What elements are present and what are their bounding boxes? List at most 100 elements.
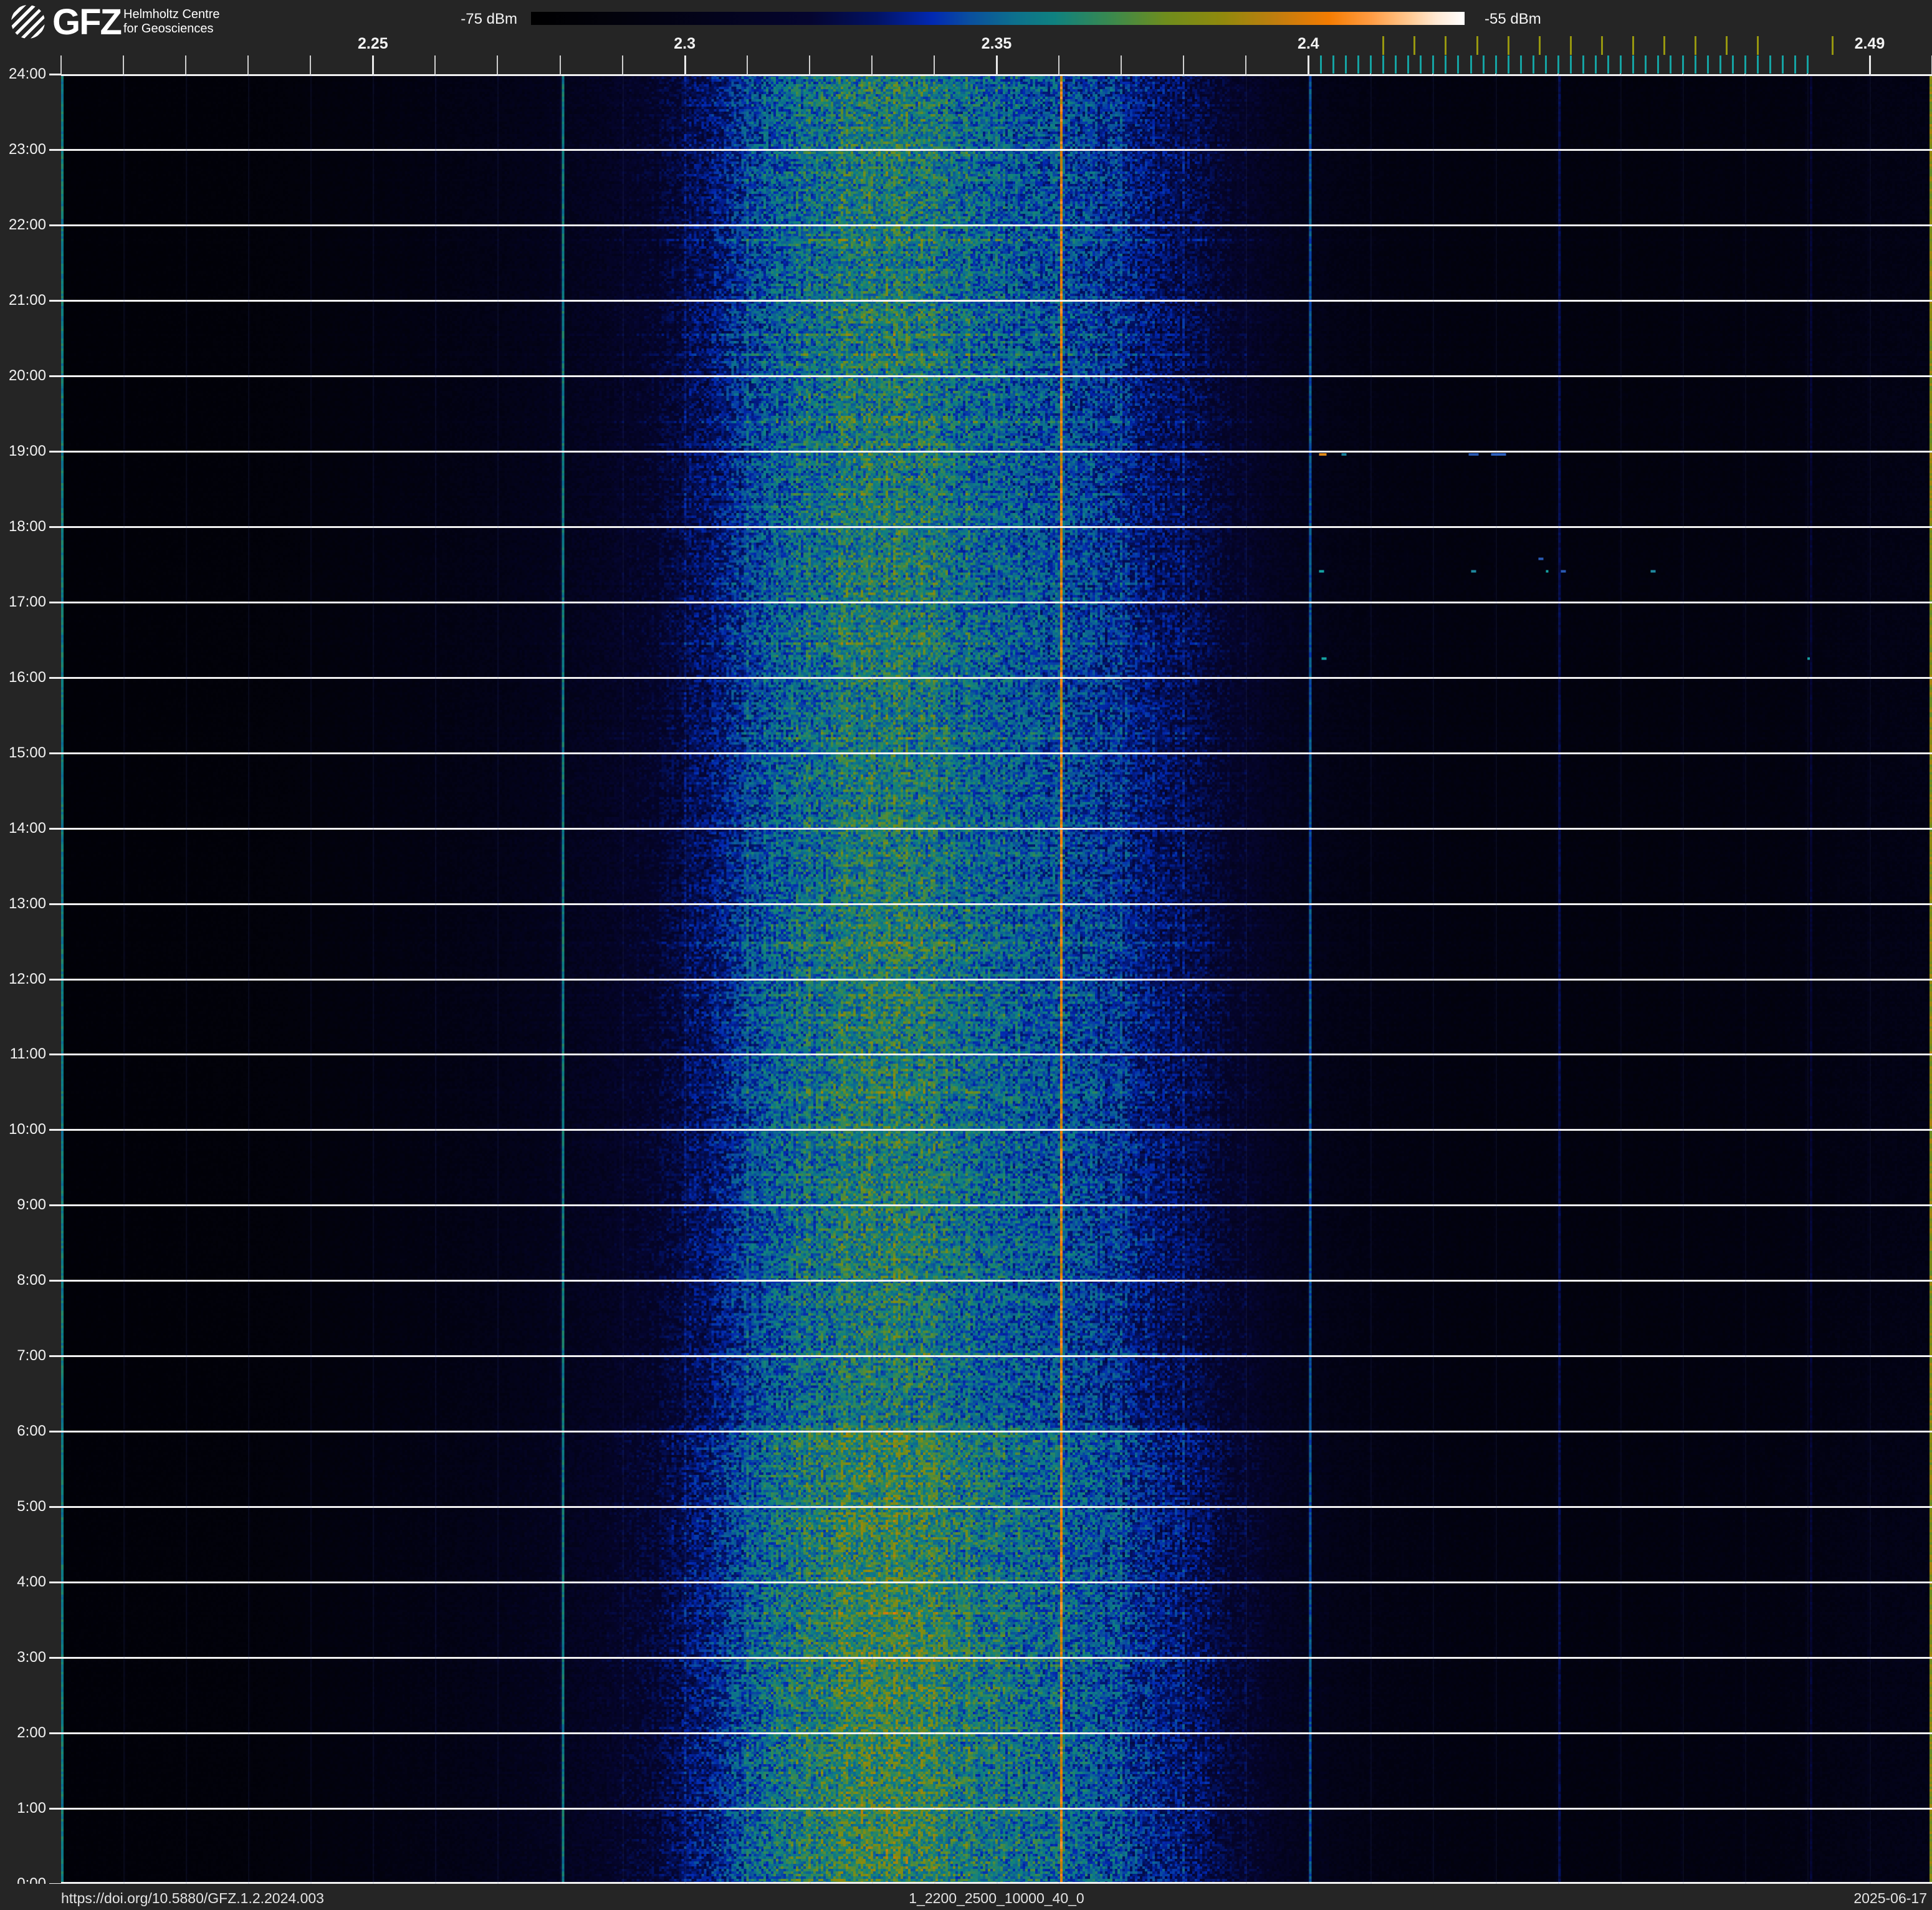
freq-tick xyxy=(310,55,312,74)
hour-tick xyxy=(49,1204,61,1206)
ble-channel-tick xyxy=(1669,55,1671,74)
hour-label: 20:00 xyxy=(8,367,46,384)
freq-gridline xyxy=(622,74,624,1884)
ble-channel-tick xyxy=(1532,55,1534,74)
freq-gridline xyxy=(1059,74,1061,1884)
freq-tick xyxy=(808,55,810,74)
freq-tick xyxy=(996,55,998,74)
ble-channel-tick xyxy=(1594,55,1597,74)
ble-channel-tick xyxy=(1445,55,1447,74)
freq-tick xyxy=(746,55,748,74)
ble-channel-tick xyxy=(1395,55,1397,74)
ble-channel-tick xyxy=(1657,55,1659,74)
freq-gridline xyxy=(1557,74,1559,1884)
ble-channel-tick xyxy=(1420,55,1422,74)
hour-label: 10:00 xyxy=(8,1121,46,1138)
hour-tick xyxy=(49,1355,61,1357)
freq-tick-label: 2.35 xyxy=(981,35,1012,52)
footer-date: 2025-06-17 xyxy=(1853,1890,1927,1906)
hour-label: 14:00 xyxy=(8,820,46,837)
wifi-channel-tick xyxy=(1600,36,1603,55)
ble-channel-tick xyxy=(1482,55,1485,74)
logo-tagline-line2: for Geosciences xyxy=(123,22,214,36)
wifi-channel-tick xyxy=(1382,36,1385,55)
hour-label: 24:00 xyxy=(8,65,46,82)
ble-channel-tick xyxy=(1769,55,1771,74)
hour-label: 16:00 xyxy=(8,669,46,686)
freq-gridline xyxy=(373,74,375,1884)
freq-tick xyxy=(60,55,62,74)
wifi-channel-tick xyxy=(1445,36,1447,55)
freq-tick-label: 2.3 xyxy=(674,35,696,52)
freq-tick xyxy=(871,55,873,74)
freq-gridline xyxy=(1620,74,1622,1884)
wifi-channel-tick xyxy=(1538,36,1541,55)
freq-tick-label: 2.25 xyxy=(357,35,388,52)
hour-tick xyxy=(49,602,61,603)
colorbar xyxy=(531,12,1465,25)
freq-tick xyxy=(1245,55,1247,74)
hour-label: 15:00 xyxy=(8,744,46,761)
ble-channel-tick xyxy=(1706,55,1709,74)
ble-channel-tick xyxy=(1719,55,1721,74)
freq-gridline xyxy=(997,74,998,1884)
ble-channel-tick xyxy=(1731,55,1734,74)
hour-tick xyxy=(49,1808,61,1810)
hour-label: 7:00 xyxy=(17,1347,46,1364)
hour-tick xyxy=(49,451,61,453)
hour-label: 22:00 xyxy=(8,216,46,233)
ble-channel-tick xyxy=(1507,55,1509,74)
ble-channel-tick xyxy=(1569,55,1572,74)
ble-channel-tick xyxy=(1544,55,1547,74)
ble-channel-tick xyxy=(1806,55,1809,74)
freq-tick xyxy=(434,55,436,74)
freq-gridline xyxy=(1246,74,1248,1884)
hour-tick xyxy=(49,74,61,75)
hour-label: 5:00 xyxy=(17,1498,46,1515)
hour-label: 17:00 xyxy=(8,593,46,610)
hour-label: 8:00 xyxy=(17,1272,46,1289)
brand-text: GFZ xyxy=(52,2,122,42)
ble-channel-tick xyxy=(1470,55,1472,74)
freq-tick-label: 2.49 xyxy=(1854,35,1885,52)
freq-tick xyxy=(621,55,623,74)
ble-channel-tick xyxy=(1582,55,1584,74)
freq-tick xyxy=(372,55,375,74)
hour-label: 18:00 xyxy=(8,518,46,535)
freq-gridline xyxy=(1370,74,1372,1884)
ble-channel-tick xyxy=(1744,55,1746,74)
hour-tick xyxy=(49,752,61,754)
freq-tick-label: 2.4 xyxy=(1297,35,1319,52)
hour-tick xyxy=(49,1053,61,1055)
freq-gridline xyxy=(1433,74,1435,1884)
hour-label: 9:00 xyxy=(17,1196,46,1213)
gfz-logo-icon xyxy=(11,5,45,39)
ble-channel-tick xyxy=(1407,55,1410,74)
wifi-channel-tick xyxy=(1663,36,1665,55)
freq-gridline xyxy=(560,74,562,1884)
ble-channel-tick xyxy=(1432,55,1435,74)
hour-tick xyxy=(49,828,61,830)
freq-tick xyxy=(185,55,187,74)
ble-channel-tick xyxy=(1494,55,1497,74)
hour-label: 19:00 xyxy=(8,443,46,459)
ble-channel-tick xyxy=(1519,55,1522,74)
colorbar-min-label: -75 dBm xyxy=(461,11,517,27)
ble-channel-tick xyxy=(1781,55,1784,74)
wifi-channel-tick xyxy=(1413,36,1416,55)
ble-channel-tick xyxy=(1357,55,1360,74)
footer-doi-text: https://doi.org/10.5880/GFZ.1.2.2024.003 xyxy=(61,1890,324,1906)
freq-gridline xyxy=(497,74,499,1884)
wifi-channel-tick xyxy=(1632,36,1634,55)
hour-tick xyxy=(49,1732,61,1734)
hour-label: 6:00 xyxy=(17,1423,46,1439)
logo-tagline-line1: Helmholtz Centre xyxy=(123,7,220,21)
freq-tick xyxy=(1868,55,1871,74)
logo-tagline: Helmholtz Centre for Geosciences xyxy=(123,7,220,36)
freq-gridline xyxy=(1869,74,1871,1884)
hour-tick xyxy=(49,224,61,226)
hour-label: 1:00 xyxy=(17,1800,46,1816)
hour-label: 13:00 xyxy=(8,895,46,912)
hour-tick xyxy=(49,903,61,905)
hour-tick xyxy=(49,1431,61,1432)
